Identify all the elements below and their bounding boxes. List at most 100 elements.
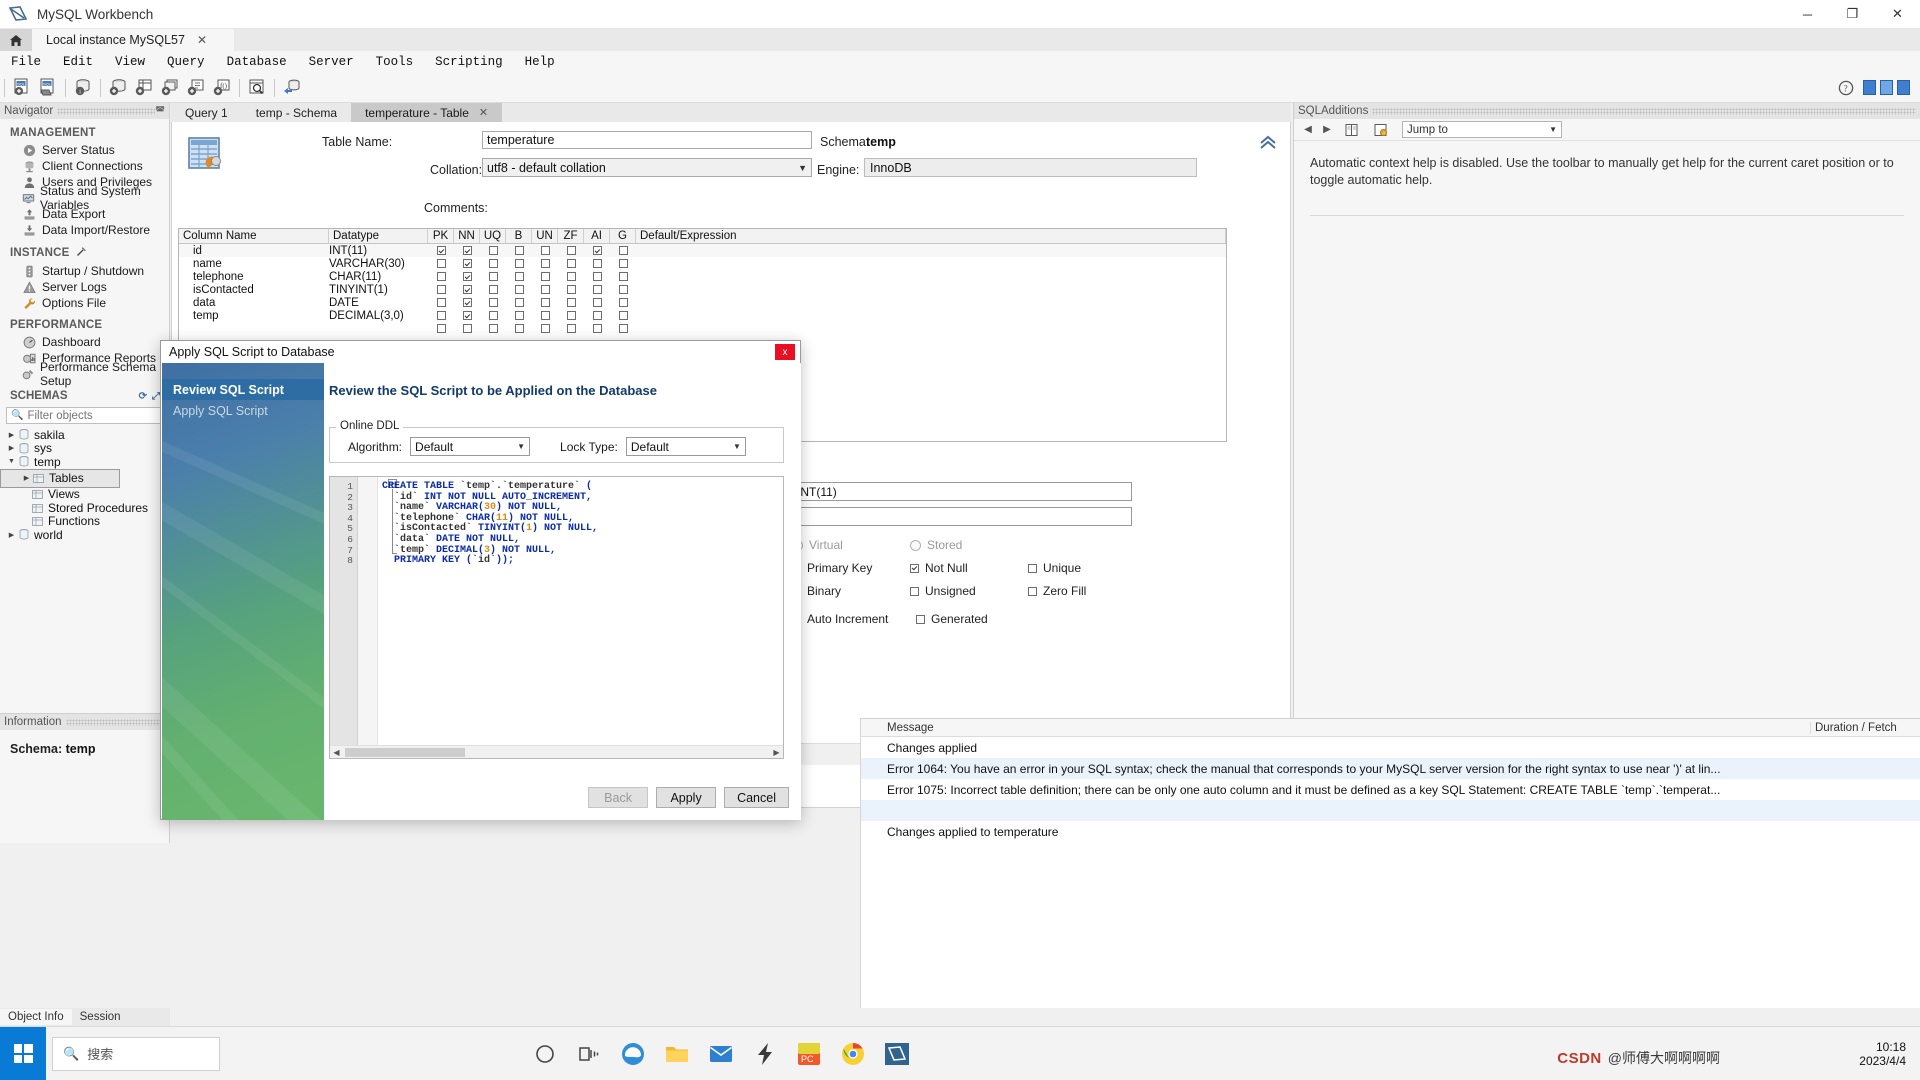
b-checkbox[interactable] — [506, 298, 532, 307]
stored-radio[interactable] — [910, 539, 921, 551]
file-explorer-button[interactable] — [662, 1039, 692, 1069]
virtual-radio-group[interactable]: Virtual — [792, 538, 910, 552]
scroll-right-icon[interactable]: ▶ — [770, 748, 783, 757]
start-button[interactable] — [0, 1026, 46, 1080]
auto-increment-option[interactable]: Auto Increment — [792, 612, 910, 626]
column-header-uq[interactable]: UQ — [480, 229, 506, 243]
g-checkbox[interactable] — [610, 285, 636, 294]
connection-info-button[interactable]: i — [70, 76, 96, 100]
step-review-sql-script[interactable]: Review SQL Script — [162, 379, 324, 400]
task-view-button[interactable] — [574, 1039, 604, 1069]
nn-checkbox[interactable] — [454, 285, 480, 294]
close-button[interactable]: ✕ — [1875, 0, 1920, 29]
unique-option[interactable]: Unique — [1028, 561, 1146, 575]
uq-checkbox[interactable] — [480, 298, 506, 307]
tree-item-world[interactable]: ▶ world — [0, 528, 169, 542]
table-row[interactable]: name VARCHAR(30) — [179, 257, 1226, 270]
chevron-right-icon[interactable]: ▶ — [6, 444, 17, 452]
detail-datatype-input[interactable] — [792, 482, 1132, 501]
uq-checkbox[interactable] — [480, 324, 506, 333]
zf-checkbox[interactable] — [558, 246, 584, 255]
tree-item-sakila[interactable]: ▶ sakila — [0, 428, 169, 442]
column-datatype-cell[interactable]: CHAR(11) — [329, 271, 428, 283]
sidebar-item-data-import[interactable]: Data Import/Restore — [0, 222, 169, 238]
table-row[interactable]: isContacted TINYINT(1) — [179, 283, 1226, 296]
zero-fill-checkbox[interactable] — [1028, 586, 1037, 596]
unsigned-checkbox[interactable] — [910, 586, 919, 596]
menu-scripting[interactable]: Scripting — [424, 53, 514, 71]
collapse-header-button[interactable] — [1259, 135, 1278, 154]
zf-checkbox[interactable] — [558, 259, 584, 268]
pk-checkbox[interactable] — [428, 272, 454, 281]
toggle-secondary-sidebar-button[interactable] — [1897, 80, 1910, 95]
menu-view[interactable]: View — [104, 53, 156, 71]
clash-button[interactable] — [750, 1039, 780, 1069]
create-view-button[interactable] — [157, 76, 183, 100]
create-procedure-button[interactable] — [183, 76, 209, 100]
un-checkbox[interactable] — [532, 324, 558, 333]
chevron-right-icon[interactable]: ▶ — [6, 531, 17, 539]
chevron-down-icon[interactable]: ▼ — [6, 458, 17, 465]
table-row[interactable]: data DATE — [179, 296, 1226, 309]
scrollbar-thumb[interactable] — [345, 747, 465, 757]
chrome-button[interactable] — [838, 1039, 868, 1069]
create-table-button[interactable] — [131, 76, 157, 100]
reconnect-button[interactable] — [279, 76, 305, 100]
tab-session[interactable]: Session — [72, 1009, 129, 1025]
sidebar-item-server-logs[interactable]: Server Logs — [0, 279, 169, 295]
back-button[interactable]: Back — [588, 787, 649, 808]
algorithm-select[interactable]: Default ▼ — [410, 437, 531, 456]
table-row[interactable]: Error 1064: You have an error in your SQ… — [861, 758, 1920, 779]
b-checkbox[interactable] — [506, 259, 532, 268]
zero-fill-option[interactable]: Zero Fill — [1028, 584, 1146, 598]
column-header-un[interactable]: UN — [532, 229, 558, 243]
close-icon[interactable]: ✕ — [479, 106, 488, 119]
table-row[interactable]: temp DECIMAL(3,0) — [179, 309, 1226, 322]
sidebar-item-status-variables[interactable]: Status and System Variables — [0, 184, 169, 212]
table-row[interactable]: Changes applied — [861, 737, 1920, 758]
maximize-button[interactable]: ❐ — [1830, 0, 1875, 29]
ai-checkbox[interactable] — [584, 272, 610, 281]
ai-checkbox[interactable] — [584, 311, 610, 320]
column-header-datatype[interactable]: Datatype — [329, 229, 428, 243]
refresh-icon[interactable]: ⟳ — [139, 391, 147, 402]
tab-temperature-table[interactable]: temperature - Table ✕ — [351, 103, 503, 122]
detail-default-input[interactable] — [792, 507, 1132, 526]
help-button[interactable]: ? — [1833, 76, 1859, 100]
nn-checkbox[interactable] — [454, 298, 480, 307]
create-schema-button[interactable] — [105, 76, 131, 100]
column-datatype-cell[interactable]: DECIMAL(3,0) — [329, 310, 428, 322]
ai-checkbox[interactable] — [584, 298, 610, 307]
sidebar-item-performance-schema-setup[interactable]: Performance Schema Setup — [0, 360, 169, 388]
un-checkbox[interactable] — [532, 311, 558, 320]
menu-database[interactable]: Database — [216, 53, 298, 71]
zf-checkbox[interactable] — [558, 285, 584, 294]
g-checkbox[interactable] — [610, 272, 636, 281]
tree-item-sys[interactable]: ▶ sys — [0, 441, 169, 455]
column-header-g[interactable]: G — [610, 229, 636, 243]
tab-local-instance[interactable]: Local instance MySQL57 ✕ — [32, 29, 235, 51]
b-checkbox[interactable] — [506, 311, 532, 320]
zf-checkbox[interactable] — [558, 324, 584, 333]
back-icon[interactable]: ◀ — [1300, 124, 1316, 135]
nn-checkbox[interactable] — [454, 311, 480, 320]
lock-type-select[interactable]: Default ▼ — [625, 437, 746, 456]
open-sql-script-button[interactable]: SQL — [35, 76, 61, 100]
column-header-name[interactable]: Column Name — [179, 229, 329, 243]
column-datatype-cell[interactable]: INT(11) — [329, 245, 428, 257]
tree-item-functions[interactable]: Functions — [0, 514, 169, 528]
table-row[interactable] — [861, 800, 1920, 821]
sidebar-item-client-connections[interactable]: Client Connections — [0, 158, 169, 174]
expand-icon[interactable]: ⤢ — [152, 391, 160, 402]
un-checkbox[interactable] — [532, 259, 558, 268]
un-checkbox[interactable] — [532, 285, 558, 294]
sidebar-item-options-file[interactable]: Options File — [0, 295, 169, 311]
nn-checkbox[interactable] — [454, 246, 480, 255]
column-name-cell[interactable]: name — [179, 258, 329, 270]
b-checkbox[interactable] — [506, 246, 532, 255]
toggle-automatic-help-button[interactable]: A — [1367, 118, 1393, 142]
new-sql-tab-button[interactable]: SQL — [9, 76, 35, 100]
chevron-right-icon[interactable]: ▶ — [21, 474, 32, 482]
tab-object-info[interactable]: Object Info — [0, 1009, 72, 1025]
sidebar-item-startup-shutdown[interactable]: Startup / Shutdown — [0, 263, 169, 279]
